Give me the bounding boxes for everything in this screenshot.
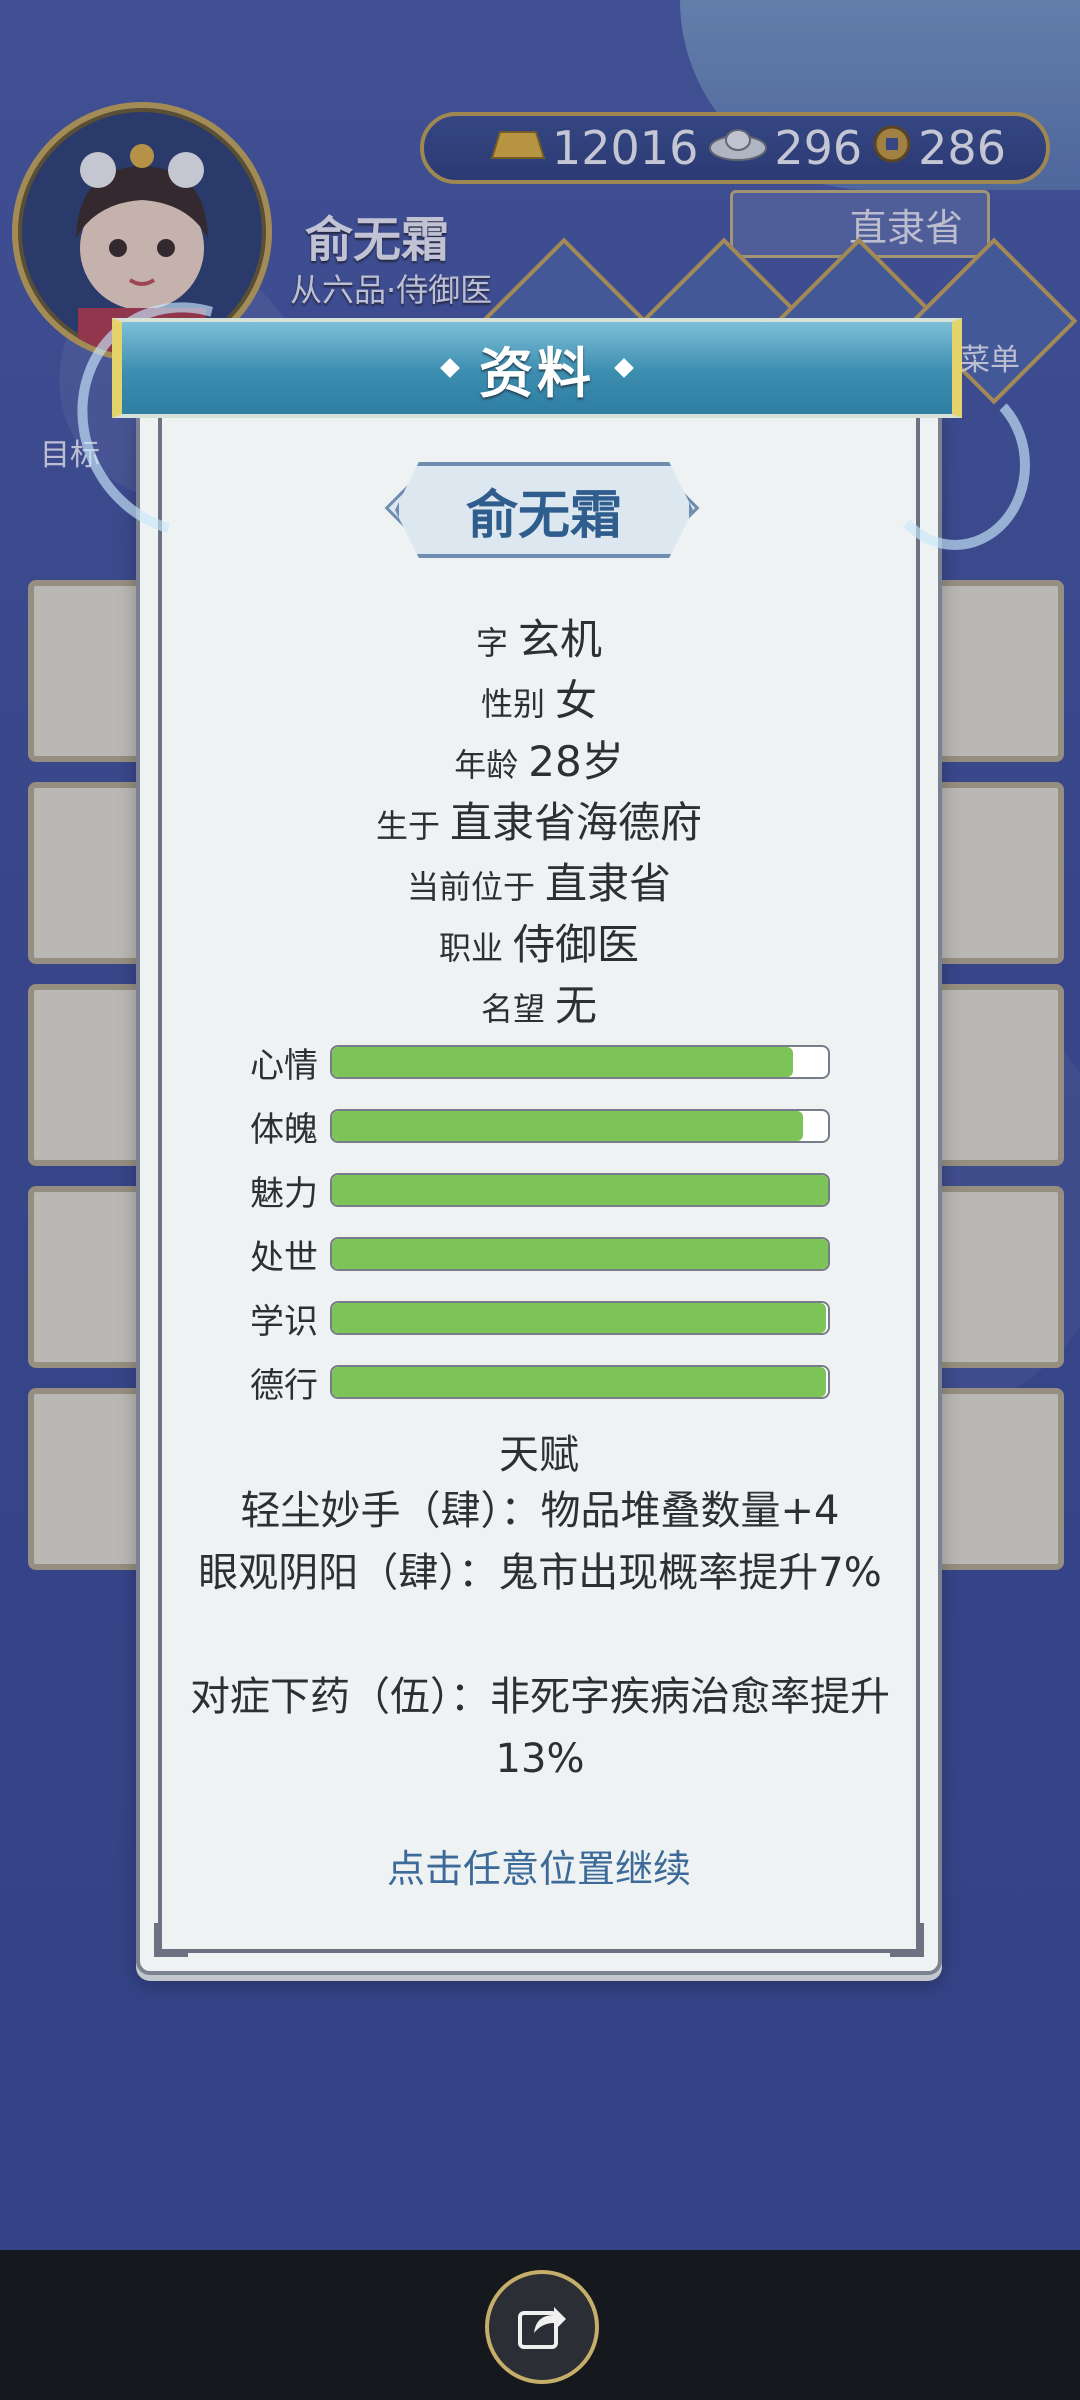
- stat-label: 体魄: [250, 1109, 318, 1150]
- corner-ornament: [890, 1923, 924, 1957]
- stat-bar: [329, 1365, 830, 1399]
- info-value: 玄机: [518, 615, 603, 664]
- talent-item: 轻尘妙手（肆）：物品堆叠数量+4: [240, 1488, 840, 1534]
- stat-label: 处世: [250, 1237, 318, 1278]
- info-courtesy-name: 字玄机: [136, 606, 942, 667]
- stat-fill: [331, 1047, 794, 1077]
- corner-ornament: [154, 1923, 188, 1957]
- stat-bar: [329, 1045, 830, 1079]
- share-icon: [512, 2295, 572, 2359]
- stat-label: 学识: [250, 1301, 318, 1342]
- dialog-title-bar: 资料: [112, 318, 962, 418]
- stat-worldliness: 处世: [250, 1234, 830, 1278]
- diamond-icon: [440, 358, 460, 378]
- stat-fill: [331, 1239, 828, 1269]
- talent-item: 对症下药（伍）：非死字疾病治愈率提升13%: [190, 1674, 890, 1782]
- stat-physique: 体魄: [250, 1106, 830, 1150]
- info-value: 直隶省海德府: [450, 798, 703, 847]
- info-birthplace: 生于 直隶省海德府: [136, 789, 942, 850]
- stat-charm: 魅力: [250, 1170, 830, 1214]
- info-key: 字: [475, 624, 508, 662]
- dialog-title: 资料: [479, 341, 595, 405]
- stat-virtue: 德行: [250, 1362, 830, 1406]
- info-value: 无: [555, 981, 598, 1030]
- info-key: 性别: [480, 685, 545, 723]
- share-button[interactable]: [485, 2270, 599, 2384]
- stat-label: 德行: [250, 1365, 318, 1406]
- stat-bar: [329, 1109, 830, 1143]
- info-key: 当前位于: [406, 868, 535, 906]
- stat-mood: 心情: [250, 1042, 830, 1086]
- stat-label: 心情: [250, 1045, 318, 1086]
- stat-label: 魅力: [250, 1173, 318, 1214]
- character-name-plate: 俞无霜: [395, 462, 693, 558]
- info-value: 直隶省: [545, 859, 672, 908]
- stat-bar: [329, 1173, 830, 1207]
- info-key: 年龄: [454, 746, 519, 784]
- talent-item: 眼观阴阳（肆）：鬼市出现概率提升7%: [198, 1550, 882, 1596]
- info-key: 名望: [480, 990, 545, 1028]
- stat-fill: [331, 1111, 804, 1141]
- info-value: 女: [555, 676, 598, 725]
- info-gender: 性别女: [136, 667, 942, 728]
- continue-hint[interactable]: 点击任意位置继续: [136, 1838, 942, 1893]
- talent-title: 天赋: [499, 1432, 579, 1478]
- stat-fill: [331, 1303, 826, 1333]
- info-reputation: 名望无: [136, 972, 942, 1033]
- stat-fill: [331, 1175, 828, 1205]
- diamond-icon: [614, 358, 634, 378]
- stat-bar: [329, 1301, 830, 1335]
- info-key: 生于: [375, 807, 440, 845]
- stat-fill: [331, 1367, 826, 1397]
- info-occupation: 职业 侍御医: [136, 911, 942, 972]
- stat-bar: [329, 1237, 830, 1271]
- info-value: 侍御医: [513, 920, 640, 969]
- info-value: 28岁: [528, 737, 624, 786]
- info-key: 职业: [438, 929, 503, 967]
- character-name: 俞无霜: [465, 485, 622, 546]
- info-age: 年龄 28岁: [136, 728, 942, 789]
- stat-knowledge: 学识: [250, 1298, 830, 1342]
- info-current-location: 当前位于 直隶省: [136, 850, 942, 911]
